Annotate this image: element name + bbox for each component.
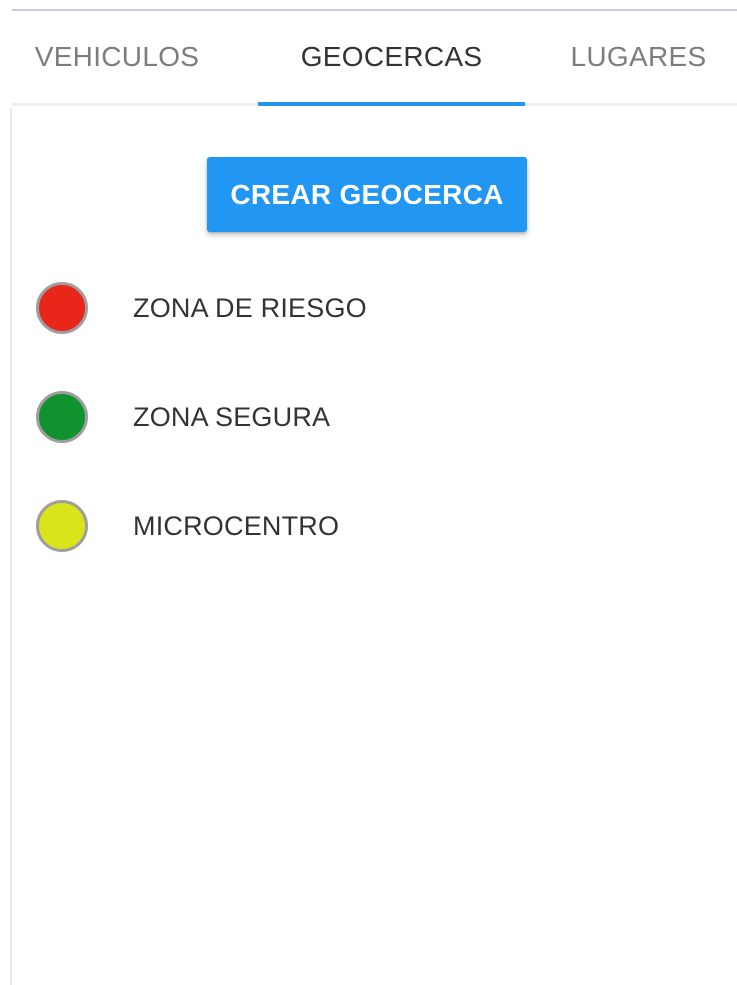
- app-window: VEHICULOS GEOCERCAS LUGARES CREAR GEOCER…: [0, 0, 737, 985]
- tab-label: VEHICULOS: [34, 41, 200, 72]
- tab-vehiculos[interactable]: VEHICULOS: [12, 11, 222, 103]
- geofence-item-zona-segura[interactable]: ZONA SEGURA: [30, 386, 550, 456]
- tab-label: LUGARES: [570, 41, 707, 72]
- geofence-label: ZONA DE RIESGO: [133, 292, 367, 323]
- yellow-circle-icon: [36, 500, 88, 552]
- geofence-item-microcentro[interactable]: MICROCENTRO: [30, 495, 550, 565]
- tab-geocercas[interactable]: GEOCERCAS: [258, 11, 525, 103]
- geofence-label: ZONA SEGURA: [133, 401, 331, 432]
- tab-lugares[interactable]: LUGARES: [552, 11, 725, 103]
- tab-bar: VEHICULOS GEOCERCAS LUGARES: [12, 11, 737, 106]
- red-circle-icon: [36, 282, 88, 334]
- active-tab-indicator: [258, 102, 525, 106]
- geofence-item-zona-de-riesgo[interactable]: ZONA DE RIESGO: [30, 277, 550, 347]
- green-circle-icon: [36, 391, 88, 443]
- geofence-label: MICROCENTRO: [133, 510, 340, 541]
- tab-label: GEOCERCAS: [300, 41, 483, 72]
- left-border: [10, 108, 12, 985]
- create-geofence-button[interactable]: CREAR GEOCERCA: [207, 157, 527, 232]
